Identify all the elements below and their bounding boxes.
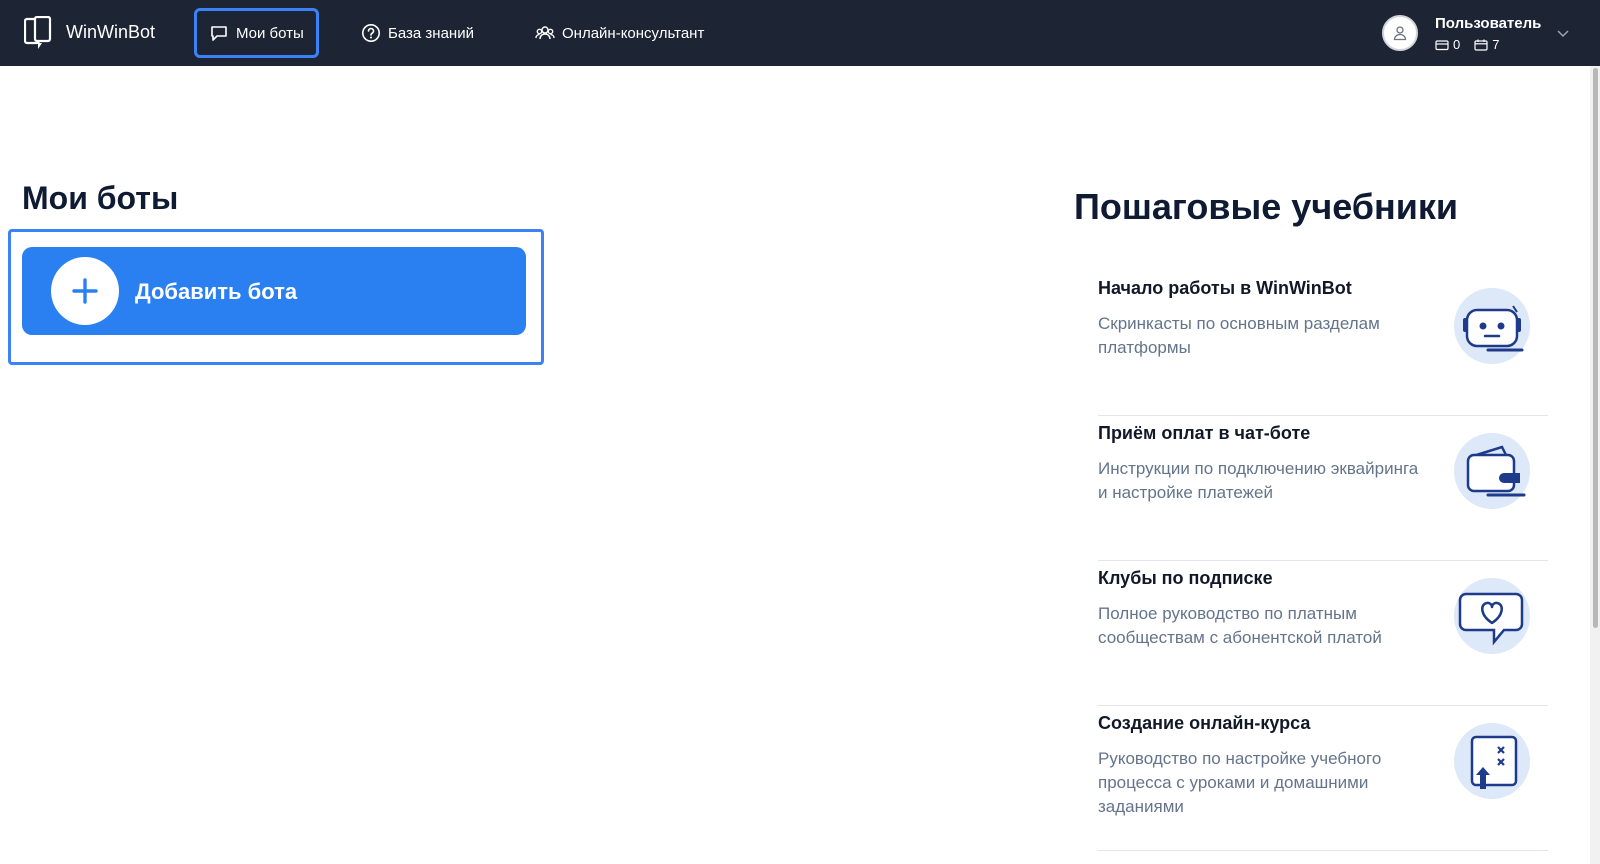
- page-title: Мои боты: [22, 180, 179, 216]
- tutorial-title: Клубы по подписке: [1098, 568, 1273, 588]
- user-stats: 0 7: [1435, 37, 1499, 52]
- course-board-icon: [1454, 723, 1530, 799]
- tutorial-description: Инструкции по подключению эквайринга и н…: [1098, 459, 1419, 502]
- wallet-icon: [1454, 433, 1530, 509]
- help-circle-icon: [362, 24, 380, 42]
- user-name[interactable]: Пользователь: [1435, 15, 1541, 32]
- tutorials-title: Пошаговые учебники: [1074, 186, 1459, 227]
- tutorial-card[interactable]: Клубы по подписке Полное руководство по …: [1098, 558, 1548, 706]
- calendar-icon: [1474, 39, 1488, 51]
- add-bot-button[interactable]: Добавить бота: [22, 247, 526, 335]
- nav-online-consultant-label: Онлайн-консультант: [562, 24, 705, 42]
- heart-chat-icon: [1454, 578, 1530, 654]
- tutorial-card[interactable]: Начало работы в WinWinBot Скринкасты по …: [1098, 268, 1548, 416]
- tutorial-card[interactable]: Создание онлайн-курса Руководство по нас…: [1098, 703, 1548, 851]
- nav-knowledge-base[interactable]: База знаний: [361, 8, 474, 58]
- add-bot-circle: [51, 257, 119, 325]
- user-icon: [1393, 26, 1407, 41]
- days-stat: 7: [1474, 37, 1499, 52]
- tutorial-title: Начало работы в WinWinBot: [1098, 278, 1352, 298]
- tutorial-description: Руководство по настройке учебного процес…: [1098, 749, 1382, 816]
- user-avatar[interactable]: [1382, 15, 1418, 51]
- tutorial-description: Скринкасты по основным разделам платформ…: [1098, 314, 1380, 357]
- tutorial-description: Полное руководство по платным сообщества…: [1098, 604, 1382, 647]
- tutorial-title: Приём оплат в чат-боте: [1098, 423, 1311, 443]
- tutorial-card[interactable]: Приём оплат в чат-боте Инструкции по под…: [1098, 413, 1548, 561]
- balance-stat: 0: [1435, 37, 1460, 52]
- card-icon: [1435, 39, 1449, 50]
- winwinbot-logo-icon[interactable]: [24, 16, 52, 50]
- brand-name[interactable]: WinWinBot: [66, 22, 155, 43]
- tutorial-title: Создание онлайн-курса: [1098, 713, 1311, 733]
- balance-value: 0: [1453, 37, 1461, 52]
- add-bot-label: Добавить бота: [135, 279, 298, 304]
- chat-bubble-icon: [211, 26, 227, 41]
- days-value: 7: [1492, 37, 1500, 52]
- page-scrollbar-thumb[interactable]: [1593, 68, 1598, 628]
- nav-my-bots-label: Мои боты: [236, 24, 304, 42]
- nav-knowledge-base-label: База знаний: [388, 24, 474, 42]
- robot-icon: [1454, 288, 1530, 364]
- plus-icon: [72, 278, 98, 304]
- chevron-down-icon[interactable]: [1556, 26, 1570, 40]
- nav-online-consultant[interactable]: Онлайн-консультант: [535, 8, 704, 58]
- users-icon: [535, 26, 555, 40]
- nav-my-bots[interactable]: Мои боты: [194, 8, 319, 58]
- top-navigation-bar: WinWinBot Мои боты База знаний Онлайн-ко…: [0, 0, 1600, 66]
